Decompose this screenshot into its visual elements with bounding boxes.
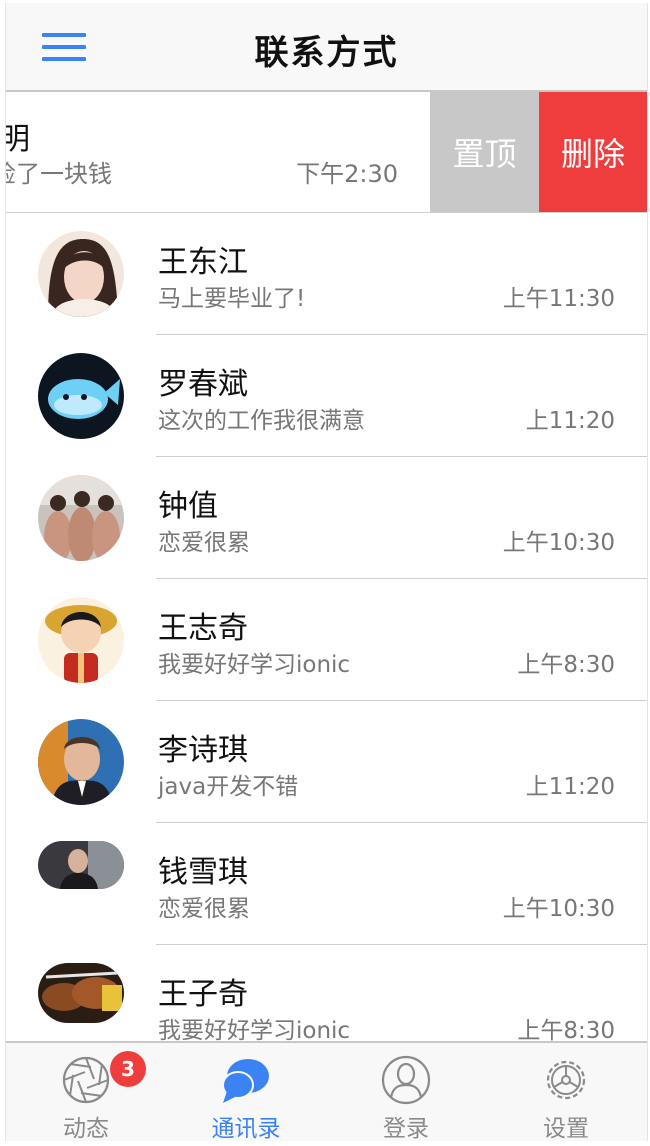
contact-name: 明 <box>6 114 30 158</box>
contact-name: 罗春斌 <box>158 367 248 402</box>
contact-message: 我要好好学习ionic <box>158 1018 351 1041</box>
tab-contacts[interactable]: 通讯录 <box>166 1043 326 1141</box>
contact-item[interactable]: 王志奇 我要好好学习ionic 上午8:30 <box>6 579 647 701</box>
swiped-item-content[interactable]: 明 捡了一块钱 下午2:30 <box>6 92 430 212</box>
tab-label: 通讯录 <box>211 1116 281 1141</box>
avatar <box>38 231 124 317</box>
contact-item[interactable]: 钱雪琪 恋爱很累 上午10:30 <box>6 823 647 945</box>
contact-message: 这次的工作我很满意 <box>158 408 365 434</box>
contact-item[interactable]: 王东江 马上要毕业了! 上午11:30 <box>6 213 647 335</box>
avatar <box>38 841 124 889</box>
aperture-icon <box>62 1056 110 1104</box>
tab-login[interactable]: 登录 <box>326 1043 486 1141</box>
page-title: 联系方式 <box>254 33 399 73</box>
contact-time: 上午10:30 <box>502 896 615 922</box>
pin-button[interactable]: 置顶 <box>430 92 539 212</box>
contact-time: 上11:20 <box>525 774 615 800</box>
contact-time: 下午2:30 <box>296 160 398 188</box>
contact-message: 我要好好学习ionic <box>158 652 351 678</box>
contact-name: 王志奇 <box>158 611 248 646</box>
contact-name: 王子奇 <box>158 977 248 1012</box>
tab-settings[interactable]: 设置 <box>486 1043 646 1141</box>
contact-message: 捡了一块钱 <box>6 160 112 188</box>
tab-label: 动态 <box>63 1116 109 1141</box>
avatar <box>38 719 124 805</box>
contact-item[interactable]: 罗春斌 这次的工作我很满意 上11:20 <box>6 335 647 457</box>
tab-label: 登录 <box>383 1116 429 1141</box>
tab-label: 设置 <box>543 1116 589 1141</box>
delete-button[interactable]: 删除 <box>539 92 647 212</box>
contact-message: java开发不错 <box>158 774 299 800</box>
contact-message: 恋爱很累 <box>158 896 250 922</box>
contact-item[interactable]: 王子奇 我要好好学习ionic 上午8:30 <box>6 945 647 1041</box>
contact-message: 马上要毕业了! <box>158 286 306 312</box>
chat-bubbles-icon <box>222 1059 269 1103</box>
contact-item[interactable]: 李诗琪 java开发不错 上11:20 <box>6 701 647 823</box>
tab-bar: 3 动态 通讯录 登录 设置 <box>6 1041 647 1141</box>
contact-time: 上午8:30 <box>517 652 615 678</box>
contact-name: 钟值 <box>158 489 218 524</box>
contact-item[interactable]: 钟值 恋爱很累 上午10:30 <box>6 457 647 579</box>
avatar <box>38 963 124 1023</box>
contact-name: 钱雪琪 <box>158 855 248 890</box>
contact-name: 李诗琪 <box>158 733 248 768</box>
tab-dynamics[interactable]: 3 动态 <box>6 1043 166 1141</box>
avatar <box>38 597 124 683</box>
app-frame: 联系方式 明 捡了一块钱 下午2:30 置顶 删除 王东江 马上要毕业了! 上 <box>5 3 648 1141</box>
swiped-list-item[interactable]: 明 捡了一块钱 下午2:30 置顶 删除 <box>6 92 647 213</box>
person-icon <box>381 1055 431 1105</box>
contact-message: 恋爱很累 <box>158 530 250 556</box>
contact-name: 王东江 <box>158 245 248 280</box>
avatar <box>38 353 124 439</box>
contact-time: 上午10:30 <box>502 530 615 556</box>
contact-list: 王东江 马上要毕业了! 上午11:30 罗春斌 这次的工作我很满意 上11:20 <box>6 213 647 1041</box>
contact-time: 上午8:30 <box>517 1018 615 1041</box>
contact-time: 上午11:30 <box>502 286 615 312</box>
contact-time: 上11:20 <box>525 408 615 434</box>
notification-badge: 3 <box>110 1051 146 1087</box>
header-bar: 联系方式 <box>6 3 647 92</box>
gear-icon <box>546 1060 586 1100</box>
avatar <box>38 475 124 561</box>
